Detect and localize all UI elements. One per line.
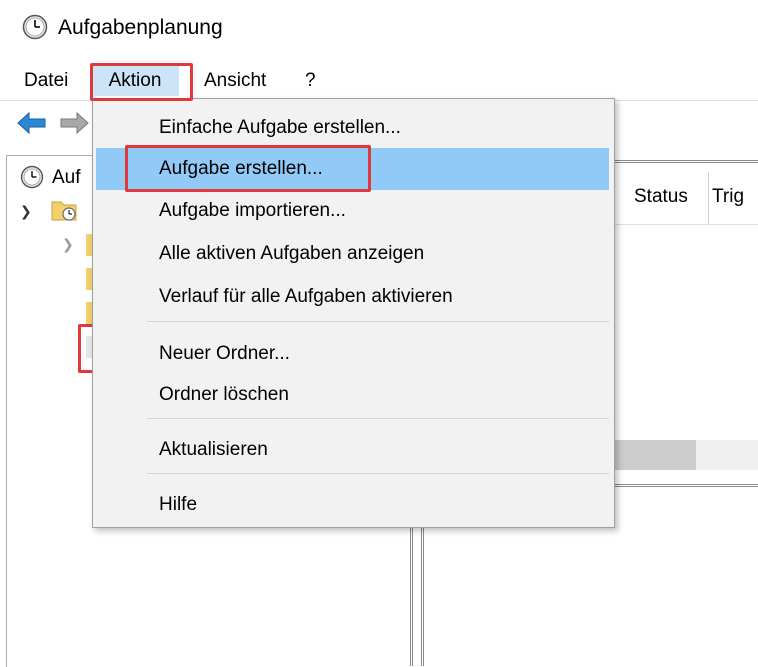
menu-item-label: Aufgabe importieren... xyxy=(159,200,346,221)
menu-item-einfache-aufgabe-erstellen[interactable]: Einfache Aufgabe erstellen... xyxy=(93,107,614,149)
column-header-status[interactable]: Status xyxy=(634,184,688,210)
column-header-divider xyxy=(612,224,758,225)
forward-arrow-icon[interactable] xyxy=(58,111,90,135)
pane-frame xyxy=(612,160,758,171)
menu-item-label: Einfache Aufgabe erstellen... xyxy=(159,117,401,138)
pane-splitter[interactable] xyxy=(410,520,424,666)
tree-root-label[interactable]: Auf xyxy=(52,165,81,191)
menu-item-label: Aktualisieren xyxy=(159,439,268,460)
menu-item-label: Alle aktiven Aufgaben anzeigen xyxy=(159,243,425,264)
collapse-chevron-icon[interactable]: ❯ xyxy=(20,203,32,220)
task-library-folder-icon[interactable] xyxy=(50,196,78,224)
menu-item-alle-aktiven-aufgaben-anzeigen[interactable]: Alle aktiven Aufgaben anzeigen xyxy=(93,233,614,275)
menu-item-neuer-ordner[interactable]: Neuer Ordner... xyxy=(93,333,614,375)
highlight-box xyxy=(90,63,193,101)
menu-item-verlauf-aktivieren[interactable]: Verlauf für alle Aufgaben aktivieren xyxy=(93,276,614,318)
window-title: Aufgabenplanung xyxy=(58,16,223,39)
menu-item-label: Neuer Ordner... xyxy=(159,343,290,364)
menu-separator xyxy=(147,418,609,419)
clock-icon xyxy=(20,165,44,189)
menu-item-aktualisieren[interactable]: Aktualisieren xyxy=(93,429,614,471)
menu-item-label: Hilfe xyxy=(159,494,198,515)
menu-separator xyxy=(147,321,609,322)
menu-item-label: Verlauf für alle Aufgaben aktivieren xyxy=(159,286,453,307)
menu-item-ordner-loeschen[interactable]: Ordner löschen xyxy=(93,374,614,416)
menu-item-hilfe[interactable]: Hilfe xyxy=(93,484,614,526)
menu-ansicht[interactable]: Ansicht xyxy=(198,66,272,96)
scrollbar-thumb[interactable] xyxy=(612,440,696,470)
back-arrow-icon[interactable] xyxy=(16,111,48,135)
menu-help[interactable]: ? xyxy=(299,66,322,96)
menu-separator xyxy=(147,473,609,474)
expand-chevron-icon[interactable]: ❯ xyxy=(62,236,74,253)
menu-datei[interactable]: Datei xyxy=(18,66,74,96)
menu-item-aufgabe-importieren[interactable]: Aufgabe importieren... xyxy=(93,190,614,232)
pane-frame xyxy=(612,484,758,495)
highlight-box xyxy=(125,145,371,192)
menu-item-label: Ordner löschen xyxy=(159,384,289,405)
clock-icon xyxy=(22,14,48,40)
column-separator[interactable] xyxy=(708,172,709,224)
column-header-trigger[interactable]: Trig xyxy=(712,184,744,210)
